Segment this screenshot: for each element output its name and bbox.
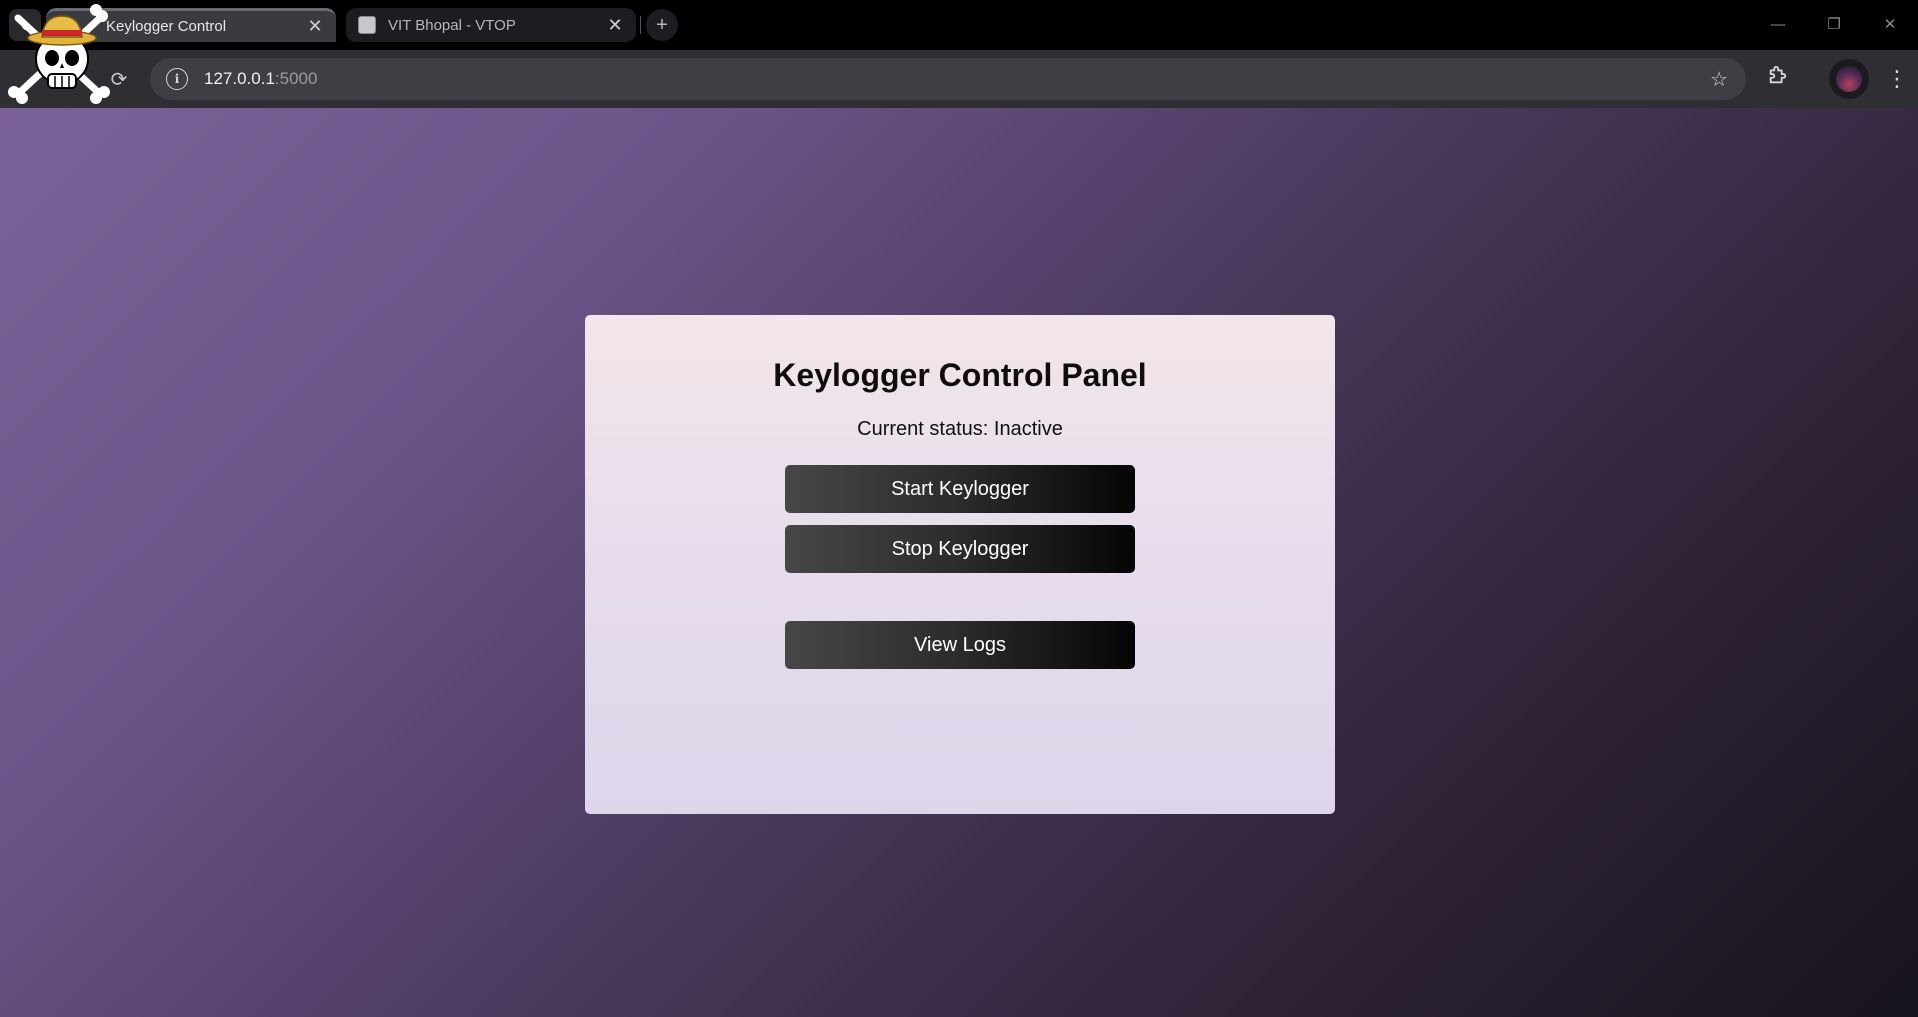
stop-keylogger-button[interactable]: Stop Keylogger [785,525,1135,573]
tab-divider [640,16,641,34]
minimize-button[interactable]: — [1750,0,1806,48]
avatar-image [1836,66,1862,92]
tab-close-icon[interactable]: ✕ [306,16,324,37]
star-icon[interactable]: ☆ [1710,67,1728,92]
browser-toolbar: ⟳ i 127.0.0.1:5000 ☆ ⋮ [0,50,1918,108]
page-title: Keylogger Control Panel [773,357,1147,393]
tab-close-icon[interactable]: ✕ [606,15,624,36]
three-dot-menu-icon[interactable]: ⋮ [1886,62,1908,96]
page-background: Keylogger Control Panel Current status: … [0,108,1918,1017]
start-keylogger-button[interactable]: Start Keylogger [785,465,1135,513]
url-text[interactable]: 127.0.0.1:5000 [204,69,317,89]
jolly-roger-skull-icon [8,4,110,104]
favicon-icon [358,16,376,34]
new-tab-button[interactable]: + [646,9,678,41]
restore-button[interactable]: ❐ [1806,0,1862,48]
url-host: 127.0.0.1 [204,69,275,88]
close-window-button[interactable]: ✕ [1862,0,1918,48]
address-bar[interactable]: i 127.0.0.1:5000 ☆ [150,58,1746,100]
control-panel-card: Keylogger Control Panel Current status: … [585,315,1335,814]
tab-vit-bhopal[interactable]: VIT Bhopal - VTOP ✕ [346,8,636,42]
url-port: :5000 [274,69,318,88]
tab-strip: ⌄ Keylogger Control ✕ VIT Bhopal - VTOP … [0,0,1918,50]
view-logs-button[interactable]: View Logs [785,621,1135,669]
tab-title: VIT Bhopal - VTOP [388,16,516,34]
profile-avatar[interactable] [1829,59,1869,99]
status-text: Current status: Inactive [857,418,1063,440]
tab-title: Keylogger Control [106,18,227,35]
puzzle-icon-svg [1769,65,1787,84]
puzzle-icon[interactable] [1767,64,1789,92]
info-icon[interactable]: i [166,68,188,90]
